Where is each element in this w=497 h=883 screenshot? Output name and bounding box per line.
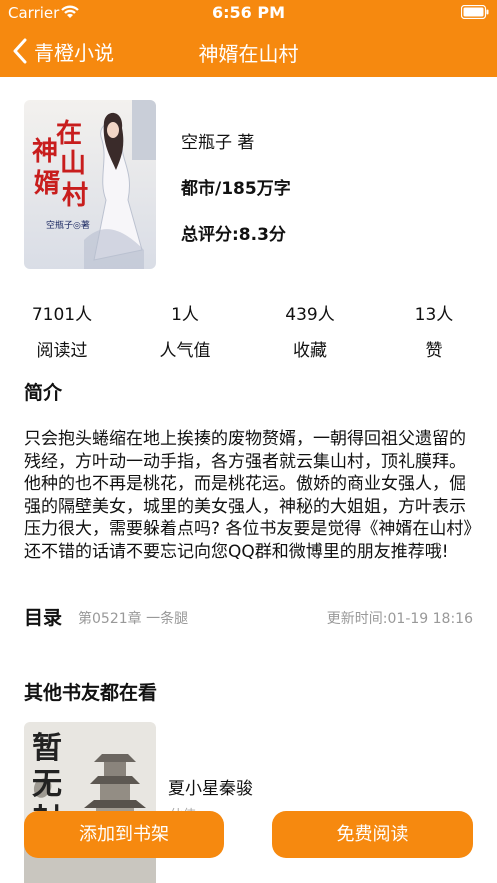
others-heading: 其他书友都在看 — [24, 682, 158, 704]
stat-value: 1人 — [171, 305, 199, 325]
intro-heading: 简介 — [24, 382, 63, 404]
book-cover: 在 神 山 婿 村 空瓶子◎著 — [24, 100, 156, 269]
cover-char-2: 神 — [32, 137, 58, 167]
cover-char-1: 在 — [56, 119, 82, 149]
intro-text: 只会抱头蜷缩在地上挨揍的废物赘婿，一朝得回祖父遗留的残经，方叶动一动手指，各方强… — [24, 429, 472, 562]
rec-cover-char-2: 无 — [32, 767, 62, 802]
recommended-book-author: 夏小星秦骏 — [168, 779, 253, 799]
stat-label: 收藏 — [293, 341, 327, 361]
recommended-book-cover: 暂 无 封 — [24, 722, 156, 883]
book-category-wordcount: 都市/185万字 — [181, 179, 291, 199]
catalog-heading: 目录 — [24, 607, 63, 629]
nav-header: Carrier 6:56 PM 青橙小说 神婿在山村 — [0, 0, 497, 77]
stat-read: 7101人 阅读过 — [12, 300, 112, 361]
stat-label: 阅读过 — [36, 341, 88, 361]
stat-popularity: 1人 人气值 — [135, 300, 235, 361]
stat-favorites: 439人 收藏 — [260, 300, 360, 361]
update-time: 更新时间:01-19 18:16 — [326, 611, 473, 627]
battery-icon — [461, 5, 489, 19]
stat-likes: 13人 赞 — [384, 300, 484, 361]
latest-chapter: 第0521章 一条腿 — [78, 611, 189, 627]
book-rating: 总评分:8.3分 — [181, 225, 286, 245]
book-author: 空瓶子 著 — [181, 133, 255, 153]
stat-value: 7101人 — [31, 305, 93, 325]
stat-value: 13人 — [414, 305, 454, 325]
recommended-book-card[interactable]: 暂 无 封 夏小星秦骏 仙侠 — [24, 722, 473, 883]
rec-cover-char-1: 暂 — [32, 731, 62, 766]
stat-label: 人气值 — [159, 341, 211, 361]
stats-row: 7101人 阅读过 1人 人气值 439人 收藏 13人 赞 — [0, 300, 497, 364]
page-title: 神婿在山村 — [198, 42, 299, 66]
cover-char-3: 山 — [60, 149, 86, 179]
stat-label: 赞 — [425, 341, 443, 361]
catalog-row[interactable]: 目录 第0521章 一条腿 更新时间:01-19 18:16 — [24, 600, 473, 629]
add-to-shelf-button[interactable]: 添加到书架 — [24, 811, 224, 858]
stat-value: 439人 — [285, 305, 335, 325]
cover-author: 空瓶子◎著 — [46, 219, 90, 231]
status-time: 6:56 PM — [211, 3, 285, 22]
cover-char-4: 婿 — [34, 169, 60, 199]
free-read-button[interactable]: 免费阅读 — [272, 811, 473, 858]
cover-char-5: 村 — [62, 181, 88, 211]
